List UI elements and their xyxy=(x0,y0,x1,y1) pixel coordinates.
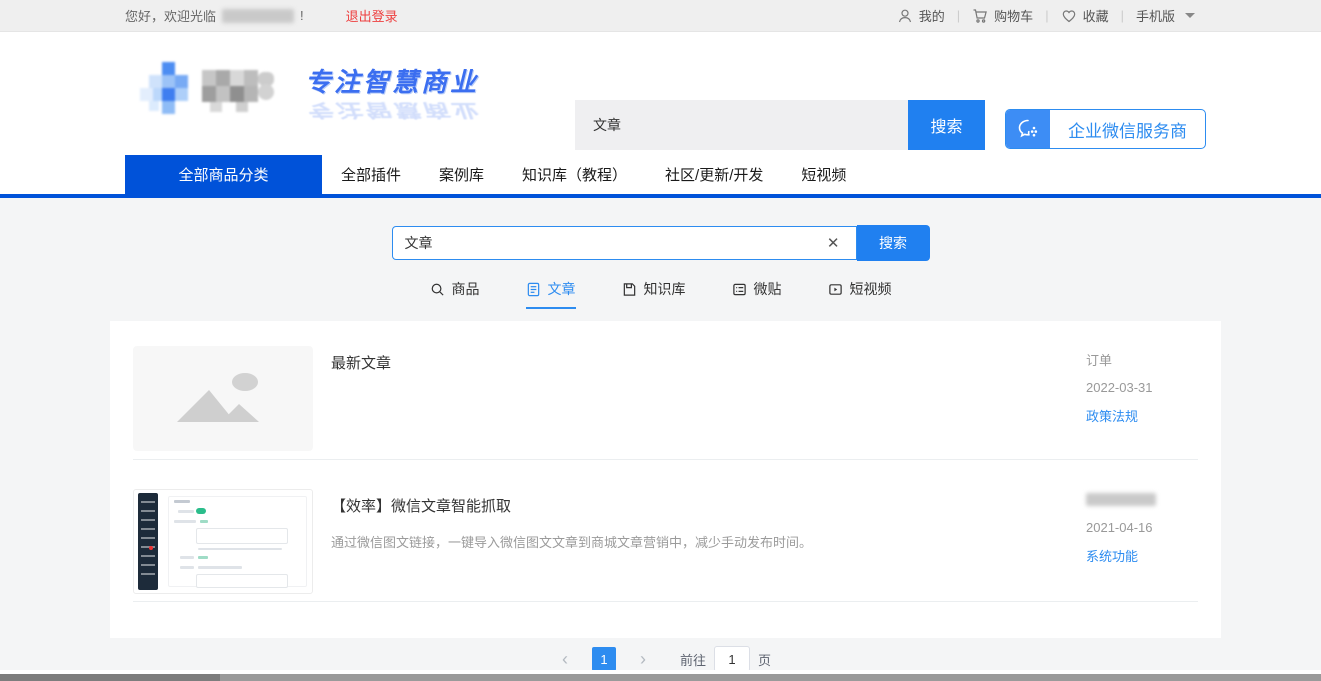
tab-short-video-label: 短视频 xyxy=(850,279,892,299)
user-icon xyxy=(897,8,913,24)
next-page-button[interactable]: › xyxy=(628,647,658,670)
card-bottom-spacer xyxy=(133,602,1198,638)
tagline-text: 专注智慧商业 xyxy=(305,62,485,99)
result-tabs: 商品 文章 知识库 微贴 短视频 xyxy=(0,279,1321,309)
nav-item-community[interactable]: 社区/更新/开发 xyxy=(646,155,782,194)
result-body: 【效率】微信文章智能抓取 通过微信图文链接，一键导入微信图文文章到商城文章营销中… xyxy=(313,489,1086,594)
header-search-input[interactable] xyxy=(575,100,908,150)
article-icon xyxy=(526,282,541,297)
topbar-separator: | xyxy=(1045,8,1048,23)
tab-products-label: 商品 xyxy=(452,279,480,299)
result-thumbnail-placeholder[interactable] xyxy=(133,346,313,451)
site-header: 专注智慧商业 专注智慧商业 搜索 企业微信服务商 xyxy=(0,32,1321,150)
page-number-current[interactable]: 1 xyxy=(592,647,616,670)
result-search-button[interactable]: 搜索 xyxy=(857,225,930,261)
horizontal-scrollbar[interactable] xyxy=(0,674,1321,681)
wechat-provider-button[interactable]: 企业微信服务商 xyxy=(1005,109,1206,149)
result-search-bar: ✕ 搜索 xyxy=(0,226,1321,261)
tab-articles-label: 文章 xyxy=(548,279,576,299)
thumb-admin-toggle xyxy=(196,508,206,514)
chevron-down-icon xyxy=(1185,13,1195,18)
wechat-provider-label: 企业微信服务商 xyxy=(1050,110,1205,148)
my-account-label: 我的 xyxy=(919,6,945,25)
nav-all-categories[interactable]: 全部商品分类 xyxy=(125,155,322,194)
tab-short-video[interactable]: 短视频 xyxy=(828,279,892,309)
logout-link[interactable]: 退出登录 xyxy=(346,6,398,25)
result-category-link[interactable]: 政策法规 xyxy=(1086,406,1198,425)
header-search: 搜索 xyxy=(575,100,985,150)
tab-products[interactable]: 商品 xyxy=(430,279,480,309)
prev-page-button[interactable]: ‹ xyxy=(550,647,580,670)
result-thumbnail-screenshot[interactable] xyxy=(133,489,313,594)
result-meta: 订单 2022-03-31 政策法规 xyxy=(1086,346,1198,451)
image-placeholder-icon xyxy=(163,364,283,434)
thumb-admin-badge-dot xyxy=(149,546,153,550)
mobile-version-label: 手机版 xyxy=(1136,6,1175,25)
post-icon xyxy=(732,282,747,297)
header-search-button[interactable]: 搜索 xyxy=(908,100,985,150)
result-category-link[interactable]: 系统功能 xyxy=(1086,546,1198,565)
result-date: 2022-03-31 xyxy=(1086,380,1198,395)
result-description: 通过微信图文链接，一键导入微信图文文章到商城文章营销中，减少手动发布时间。 xyxy=(331,533,1086,553)
result-row[interactable]: 【效率】微信文章智能抓取 通过微信图文链接，一键导入微信图文文章到商城文章营销中… xyxy=(133,460,1198,602)
thumb-admin-sidebar xyxy=(138,493,158,590)
tab-articles[interactable]: 文章 xyxy=(526,279,576,309)
result-row[interactable]: 最新文章 订单 2022-03-31 政策法规 xyxy=(133,321,1198,460)
goto-label: 前往 xyxy=(680,650,706,669)
cart-icon xyxy=(972,8,988,24)
site-logo[interactable] xyxy=(140,62,290,118)
cart-label: 购物车 xyxy=(994,6,1033,25)
result-meta: 2021-04-16 系统功能 xyxy=(1086,489,1198,594)
topbar-links: 我的 | 购物车 | 收藏 | 手机版 xyxy=(897,6,1195,25)
tab-posts-label: 微贴 xyxy=(754,279,782,299)
page-unit-label: 页 xyxy=(758,650,771,669)
tab-knowledge[interactable]: 知识库 xyxy=(622,279,686,309)
result-body: 最新文章 xyxy=(313,346,1086,451)
nav-item-plugins[interactable]: 全部插件 xyxy=(322,155,420,194)
main-nav: 全部商品分类 全部插件 案例库 知识库（教程） 社区/更新/开发 短视频 xyxy=(0,150,1321,198)
topbar-separator: | xyxy=(957,8,960,23)
tagline-reflection: 专注智慧商业 xyxy=(305,99,485,125)
result-search-input[interactable] xyxy=(405,235,823,251)
topbar-greeting: 您好，欢迎光临 ! 退出登录 xyxy=(125,6,398,25)
pagination: ‹ 1 › 前往 页 xyxy=(0,646,1321,670)
topbar: 您好，欢迎光临 ! 退出登录 我的 | 购物车 | 收藏 | 手机版 xyxy=(0,0,1321,32)
clear-icon[interactable]: ✕ xyxy=(823,234,844,252)
greeting-text: 您好，欢迎光临 xyxy=(125,6,216,25)
result-date: 2021-04-16 xyxy=(1086,520,1198,535)
results-card: 最新文章 订单 2022-03-31 政策法规 xyxy=(110,321,1221,638)
goto-page-group: 前往 页 xyxy=(680,646,771,670)
heart-icon xyxy=(1061,8,1077,24)
result-title[interactable]: 【效率】微信文章智能抓取 xyxy=(331,495,1086,516)
tab-knowledge-label: 知识库 xyxy=(644,279,686,299)
favorites-label: 收藏 xyxy=(1083,6,1109,25)
redacted-username xyxy=(222,9,294,23)
topbar-separator: | xyxy=(1121,8,1124,23)
nav-item-video[interactable]: 短视频 xyxy=(782,155,865,194)
result-title[interactable]: 最新文章 xyxy=(331,352,1086,373)
tab-posts[interactable]: 微贴 xyxy=(732,279,782,309)
wechat-icon-box xyxy=(1006,110,1050,148)
goto-page-input[interactable] xyxy=(714,646,750,670)
video-icon xyxy=(828,282,843,297)
knowledge-icon xyxy=(622,282,637,297)
search-icon xyxy=(430,282,445,297)
nav-item-knowledge[interactable]: 知识库（教程） xyxy=(503,155,646,194)
my-account-link[interactable]: 我的 xyxy=(897,6,945,25)
mobile-version-link[interactable]: 手机版 xyxy=(1136,6,1195,25)
favorites-link[interactable]: 收藏 xyxy=(1061,6,1109,25)
wechat-work-icon xyxy=(1016,117,1040,141)
result-search-input-wrap: ✕ xyxy=(392,226,857,260)
horizontal-scrollbar-thumb[interactable] xyxy=(0,674,220,681)
result-meta-label: 订单 xyxy=(1086,350,1198,369)
brand-tagline: 专注智慧商业 专注智慧商业 xyxy=(305,62,485,130)
greeting-exclaim: ! xyxy=(300,8,304,23)
logo-pixelated-image xyxy=(140,62,290,118)
main-content: ✕ 搜索 商品 文章 知识库 微贴 xyxy=(0,198,1321,670)
cart-link[interactable]: 购物车 xyxy=(972,6,1033,25)
redacted-author xyxy=(1086,493,1156,506)
nav-item-cases[interactable]: 案例库 xyxy=(420,155,503,194)
